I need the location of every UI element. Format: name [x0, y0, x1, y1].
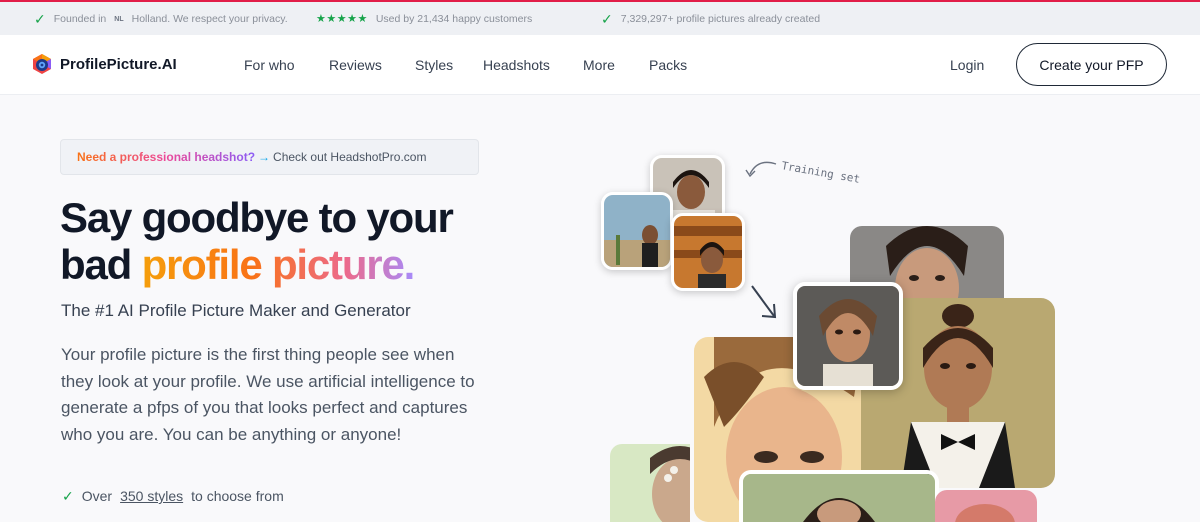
country-code: NL — [114, 15, 124, 23]
trust-item-customers: ★★★★★ Used by 21,434 happy customers — [316, 12, 533, 26]
brand-name: ProfilePicture.AI — [60, 55, 177, 73]
headline-accent: profile picture. — [141, 241, 416, 288]
nav-link-reviews[interactable]: Reviews — [329, 57, 382, 73]
camera-logo-icon — [30, 52, 54, 76]
bullet-suffix: to choose from — [191, 488, 284, 504]
training-photo-2 — [601, 192, 673, 270]
check-icon: ✓ — [62, 488, 74, 504]
nav-link-styles[interactable]: Styles — [415, 57, 453, 73]
check-icon: ✓ — [601, 11, 613, 27]
check-icon: ✓ — [34, 11, 46, 27]
promo-link-text: Check out HeadshotPro.com — [273, 150, 427, 164]
nav-link-for-who[interactable]: For who — [244, 57, 295, 73]
rating-stars-icon: ★★★★★ — [316, 13, 368, 25]
hero-description: Your profile picture is the first thing … — [61, 345, 475, 444]
login-link[interactable]: Login — [950, 57, 984, 73]
generated-portrait-bottom — [739, 470, 939, 522]
nav-link-packs[interactable]: Packs — [649, 57, 687, 73]
trust-pictures-text: 7,329,297+ profile pictures already crea… — [620, 13, 821, 25]
generated-portrait-realistic — [793, 282, 903, 390]
headshot-promo-banner[interactable]: Need a professional headshot? → Check ou… — [60, 139, 479, 175]
bullet-prefix: Over — [81, 488, 113, 504]
trust-privacy-suffix: Holland. We respect your privacy. — [131, 13, 288, 25]
generated-portrait-floral — [610, 444, 690, 522]
main-navigation: ProfilePicture.AI For who Reviews Styles… — [0, 35, 1200, 95]
headline-line-2: bad profile picture. — [60, 241, 453, 288]
training-set-label: Training set — [780, 159, 862, 186]
trust-bar: ✓ Founded in NL Holland. We respect your… — [0, 2, 1200, 35]
nav-link-more[interactable]: More — [583, 57, 615, 73]
hero-subtitle: The #1 AI Profile Picture Maker and Gene… — [61, 301, 411, 320]
headline-bad: bad — [60, 241, 132, 288]
arrow-down-right-icon — [751, 285, 777, 319]
create-pfp-button[interactable]: Create your PFP — [1016, 43, 1167, 86]
generated-portrait-pink — [935, 490, 1037, 522]
feature-bullet-styles: ✓ Over 350 styles to choose from — [62, 488, 284, 504]
brand-logo[interactable]: ProfilePicture.AI — [30, 52, 177, 76]
trust-item-privacy: ✓ Founded in NL Holland. We respect your… — [34, 12, 288, 26]
trust-item-pictures: ✓ 7,329,297+ profile pictures already cr… — [601, 12, 820, 26]
trust-customers-text: Used by 21,434 happy customers — [375, 12, 533, 25]
promo-highlight: Need a professional headshot? — [77, 150, 256, 164]
hero-headline: Say goodbye to your bad profile picture. — [60, 194, 454, 288]
styles-link[interactable]: 350 styles — [120, 488, 183, 504]
curved-arrow-icon — [745, 161, 777, 178]
trust-privacy-prefix: Founded in — [53, 13, 107, 25]
headline-line-1: Say goodbye to your — [60, 194, 454, 241]
nav-link-headshots[interactable]: Headshots — [483, 57, 550, 73]
arrow-right-icon: → — [258, 150, 271, 164]
training-photo-3 — [671, 213, 745, 291]
